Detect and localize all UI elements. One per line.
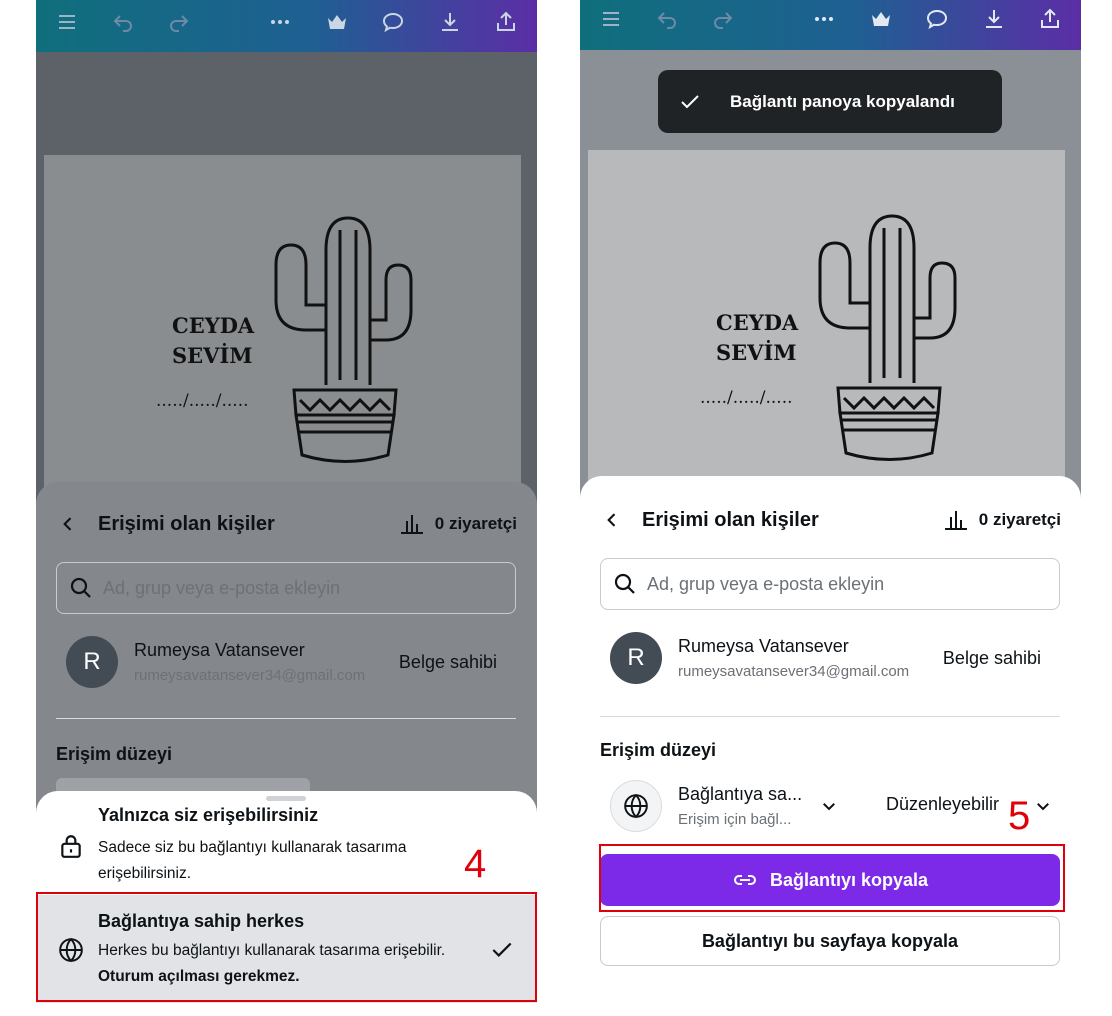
globe-badge [610, 780, 662, 832]
link-access-subtitle: Erişim için bağl... [678, 811, 792, 828]
redo-icon[interactable] [708, 4, 738, 34]
divider [600, 716, 1060, 717]
cactus-illustration [274, 216, 413, 463]
option-only-you[interactable]: Yalnızca siz erişebilirsiniz Sadece siz … [36, 791, 537, 895]
share-sheet: Erişimi olan kişiler 0 ziyaretçi Ad, gru… [580, 476, 1081, 1016]
user-name: Rumeysa Vatansever [134, 640, 305, 660]
step-number: 5 [1008, 794, 1031, 838]
crown-icon[interactable] [322, 7, 352, 37]
search-icon [614, 573, 635, 594]
permission-dropdown[interactable]: Düzenleyebilir [886, 794, 999, 815]
user-role: Belge sahibi [398, 651, 497, 672]
user-name: Rumeysa Vatansever [678, 636, 849, 656]
divider [56, 718, 516, 719]
design-artboard[interactable]: CEYDA SEVİM ...../...../..... [588, 150, 1065, 490]
download-icon[interactable] [979, 4, 1009, 34]
left-screen: CEYDA SEVİM ...../...../..... Erişimi ol… [36, 0, 537, 1016]
share-icon[interactable] [491, 7, 521, 37]
editor-toolbar [36, 0, 537, 52]
avatar: R [610, 632, 662, 684]
cactus-illustration [818, 214, 957, 461]
highlight-box [599, 844, 1065, 912]
undo-icon[interactable] [652, 4, 682, 34]
menu-icon[interactable] [596, 4, 626, 34]
visitors-count[interactable]: 0 ziyaretçi [943, 509, 1061, 531]
undo-icon[interactable] [108, 7, 138, 37]
chevron-down-icon[interactable] [1034, 797, 1052, 815]
art-date: ...../...../..... [700, 388, 793, 408]
search-icon [70, 577, 91, 598]
user-role: Belge sahibi [942, 647, 1041, 668]
back-icon[interactable] [600, 508, 624, 532]
back-icon[interactable] [56, 512, 80, 536]
search-input[interactable]: Ad, grup veya e-posta ekleyin [600, 558, 1060, 610]
design-artboard[interactable]: CEYDA SEVİM ...../...../..... [44, 155, 521, 490]
link-access-dropdown[interactable]: Bağlantıya sa... Erişim için bağl... [678, 784, 808, 828]
share-icon[interactable] [1035, 4, 1065, 34]
search-placeholder: Ad, grup veya e-posta ekleyin [647, 573, 885, 594]
highlight-box [36, 892, 537, 1002]
link-access-title: Bağlantıya sa... [678, 784, 803, 804]
menu-icon[interactable] [52, 7, 82, 37]
user-row: R Rumeysa Vatansever rumeysavatansever34… [610, 630, 1061, 686]
copied-toast: Bağlantı panoya kopyalandı [658, 70, 1002, 133]
step-number: 4 [464, 842, 487, 886]
access-level-label: Erişim düzeyi [600, 740, 717, 760]
user-email: rumeysavatansever34@gmail.com [134, 667, 366, 684]
user-row: R Rumeysa Vatansever rumeysavatansever34… [66, 634, 517, 690]
sheet-header: Erişimi olan kişiler 0 ziyaretçi [600, 500, 1061, 540]
chevron-down-icon[interactable] [820, 797, 838, 815]
visitors-count[interactable]: 0 ziyaretçi [399, 513, 517, 535]
visitors-label: 0 ziyaretçi [434, 514, 517, 533]
access-level-label: Erişim düzeyi [56, 744, 173, 764]
chart-icon [944, 511, 967, 530]
comment-icon[interactable] [922, 4, 952, 34]
crown-icon[interactable] [866, 4, 896, 34]
sheet-title: Erişimi olan kişiler [98, 512, 275, 535]
avatar: R [66, 636, 118, 688]
access-selector: Bağlantıya sa... Erişim için bağl... Düz… [610, 778, 1061, 834]
copy-link-to-page-button[interactable]: Bağlantıyı bu sayfaya kopyala [600, 916, 1060, 966]
chart-icon [400, 515, 423, 534]
right-screen: CEYDA SEVİM ...../...../..... Bağlantı p… [580, 0, 1081, 1016]
editor-toolbar [580, 0, 1081, 50]
option-title: Yalnızca siz erişebilirsiniz [98, 805, 319, 825]
comment-icon[interactable] [378, 7, 408, 37]
art-name-line1: CEYDA [172, 313, 255, 338]
redo-icon[interactable] [164, 7, 194, 37]
visitors-label: 0 ziyaretçi [978, 510, 1061, 529]
art-name-line1: CEYDA [716, 310, 799, 335]
more-icon[interactable] [265, 7, 295, 37]
option-description: Sadece siz bu bağlantıyı kullanarak tasa… [98, 839, 407, 882]
toast-message: Bağlantı panoya kopyalandı [730, 91, 955, 111]
download-icon[interactable] [435, 7, 465, 37]
search-placeholder: Ad, grup veya e-posta ekleyin [103, 577, 341, 598]
sheet-title: Erişimi olan kişiler [642, 508, 819, 531]
lock-icon [61, 835, 81, 858]
copy-page-label: Bağlantıyı bu sayfaya kopyala [701, 930, 959, 951]
art-name-line2: SEVİM [716, 340, 797, 365]
sheet-header: Erişimi olan kişiler 0 ziyaretçi [56, 504, 517, 544]
user-email: rumeysavatansever34@gmail.com [678, 663, 910, 680]
art-date: ...../...../..... [156, 391, 249, 411]
search-input[interactable]: Ad, grup veya e-posta ekleyin [56, 562, 516, 614]
globe-icon [624, 793, 648, 819]
art-name-line2: SEVİM [172, 343, 253, 368]
check-icon [681, 94, 699, 108]
more-icon[interactable] [809, 4, 839, 34]
